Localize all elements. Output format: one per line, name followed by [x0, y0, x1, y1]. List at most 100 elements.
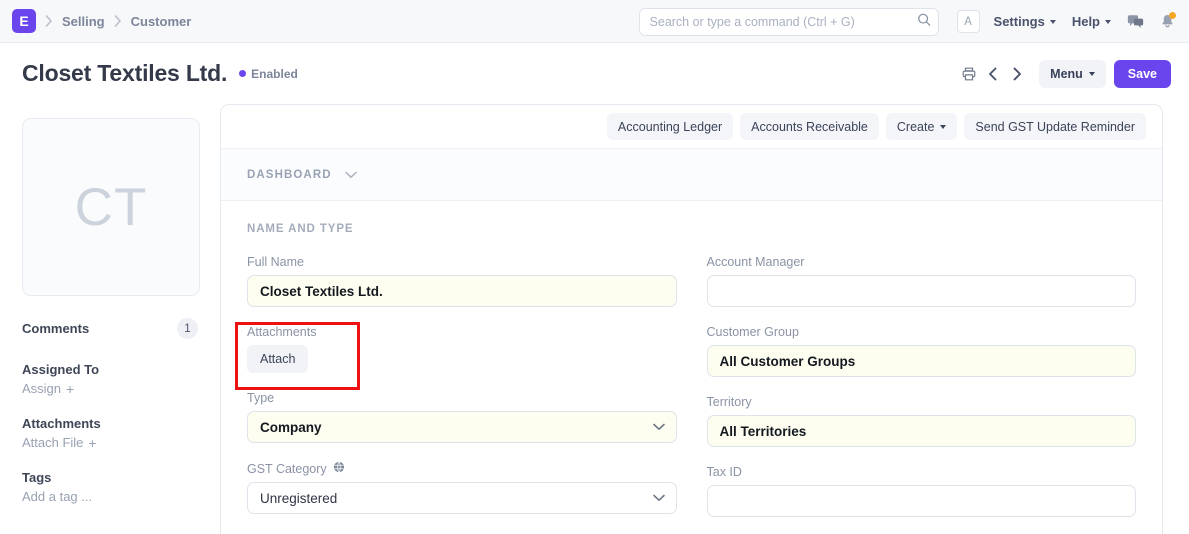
page-title: Closet Textiles Ltd. [22, 60, 228, 86]
type-label: Type [247, 391, 275, 405]
gst-category-select[interactable]: Unregistered [247, 482, 677, 514]
field-account-manager: Account Manager [706, 255, 1136, 307]
plus-icon: + [66, 380, 75, 397]
sidebar: CT Comments 1 Assigned To Assign + Attac… [0, 104, 220, 534]
send-gst-update-reminder-button[interactable]: Send GST Update Reminder [964, 113, 1146, 140]
field-type: Type Company [247, 391, 677, 443]
attach-button[interactable]: Attach [247, 345, 309, 373]
navbar: E Selling Customer A Settings Help [0, 0, 1189, 43]
territory-input[interactable]: All Territories [706, 415, 1136, 447]
type-select[interactable]: Company [247, 411, 677, 443]
page-header-actions: Menu Save [957, 43, 1171, 104]
menu-button[interactable]: Menu [1039, 59, 1106, 88]
comment-icon[interactable] [1127, 14, 1144, 30]
sidebar-item-assigned-to: Assigned To [22, 362, 198, 377]
customer-group-input[interactable]: All Customer Groups [706, 345, 1136, 377]
customer-group-label: Customer Group [706, 325, 799, 339]
field-territory: Territory All Territories [706, 395, 1136, 447]
accounting-ledger-button[interactable]: Accounting Ledger [606, 113, 734, 140]
comments-count-badge: 1 [177, 318, 198, 339]
full-name-label: Full Name [247, 255, 304, 269]
chevron-down-icon-dashboard [344, 171, 357, 179]
field-attachments: Attachments Attach [247, 325, 677, 373]
form-card: Accounting Ledger Accounts Receivable Cr… [220, 104, 1163, 534]
create-dropdown[interactable]: Create [885, 113, 958, 140]
assign-label: Assign [22, 381, 62, 396]
gst-category-label-text: GST Category [247, 461, 327, 476]
full-name-input[interactable]: Closet Textiles Ltd. [247, 275, 677, 307]
save-button[interactable]: Save [1113, 59, 1171, 88]
tax-id-input[interactable] [706, 485, 1136, 517]
field-gst-category: GST Category Unregistered [247, 461, 677, 514]
menu-label: Menu [1050, 66, 1083, 81]
entity-avatar[interactable]: CT [22, 118, 200, 296]
action-toolbar: Accounting Ledger Accounts Receivable Cr… [221, 105, 1162, 149]
status-badge: Enabled [239, 67, 298, 81]
search-input[interactable] [638, 7, 939, 36]
avatar[interactable]: A [956, 10, 980, 33]
bell-icon[interactable] [1160, 12, 1176, 30]
sidebar-item-attachments: Attachments [22, 416, 198, 431]
section-label-name-and-type: NAME AND TYPE [247, 223, 354, 235]
breadcrumb-selling[interactable]: Selling [62, 14, 105, 29]
comments-label: Comments [22, 321, 90, 336]
breadcrumb-separator-icon-2 [114, 15, 122, 27]
app-logo[interactable]: E [12, 9, 36, 33]
attach-file-action[interactable]: Attach File + [22, 435, 198, 450]
status-label: Enabled [251, 66, 298, 81]
help-label: Help [1071, 14, 1100, 29]
type-value: Company [260, 419, 322, 435]
dashboard-label: DASHBOARD [247, 168, 332, 181]
form-grid: Full Name Closet Textiles Ltd. Attachmen… [247, 255, 1136, 534]
create-label: Create [896, 119, 935, 134]
chevron-down-icon-2 [1105, 19, 1111, 24]
tags-label: Tags [22, 470, 52, 485]
assign-action[interactable]: Assign + [22, 381, 198, 396]
gst-category-value: Unregistered [260, 490, 338, 506]
chevron-down-icon-create [940, 124, 947, 129]
plus-icon-2: + [88, 434, 97, 451]
search-wrapper [638, 7, 939, 36]
navbar-right: A Settings Help [638, 0, 1177, 43]
globe-icon [333, 461, 345, 476]
attach-file-label: Attach File [22, 435, 84, 450]
chevron-right-icon[interactable] [1005, 61, 1029, 87]
account-manager-input[interactable] [706, 275, 1136, 307]
printer-icon[interactable] [957, 61, 981, 87]
gst-category-label: GST Category [247, 461, 677, 476]
breadcrumb-separator-icon [45, 15, 53, 27]
notification-dot [1169, 12, 1176, 19]
form-column-left: Full Name Closet Textiles Ltd. Attachmen… [247, 255, 677, 534]
attachments-label: Attachments [22, 416, 101, 431]
chevron-down-icon-gst [652, 494, 665, 502]
help-dropdown[interactable]: Help [1072, 14, 1111, 29]
add-tag-action[interactable]: Add a tag ... [22, 489, 198, 504]
settings-dropdown[interactable]: Settings [994, 14, 1056, 29]
assigned-to-label: Assigned To [22, 362, 100, 377]
chevron-down-icon-menu [1088, 71, 1095, 76]
dashboard-section-header[interactable]: DASHBOARD [221, 149, 1162, 201]
field-full-name: Full Name Closet Textiles Ltd. [247, 255, 677, 307]
status-dot [239, 70, 247, 77]
field-customer-group: Customer Group All Customer Groups [706, 325, 1136, 377]
form-area: NAME AND TYPE Full Name Closet Textiles … [221, 201, 1162, 534]
chevron-left-icon[interactable] [981, 61, 1005, 87]
territory-label: Territory [706, 395, 752, 409]
account-manager-label: Account Manager [706, 255, 805, 269]
accounts-receivable-button[interactable]: Accounts Receivable [740, 113, 879, 140]
sidebar-item-tags: Tags [22, 470, 198, 485]
tax-id-label: Tax ID [706, 465, 742, 479]
attachments-field-label: Attachments [247, 325, 317, 339]
sidebar-item-comments[interactable]: Comments 1 [22, 318, 198, 339]
form-column-right: Account Manager Customer Group All Custo… [706, 255, 1136, 534]
page-body: CT Comments 1 Assigned To Assign + Attac… [0, 104, 1189, 534]
field-tax-id: Tax ID [706, 465, 1136, 517]
breadcrumb-customer[interactable]: Customer [131, 14, 192, 29]
chevron-down-icon-type [652, 423, 665, 431]
page-header: Closet Textiles Ltd. Enabled Menu Save [0, 43, 1189, 104]
chevron-down-icon [1049, 19, 1056, 24]
main-column: Accounting Ledger Accounts Receivable Cr… [220, 104, 1189, 534]
settings-label: Settings [993, 14, 1045, 29]
avatar-initials: CT [74, 177, 148, 237]
